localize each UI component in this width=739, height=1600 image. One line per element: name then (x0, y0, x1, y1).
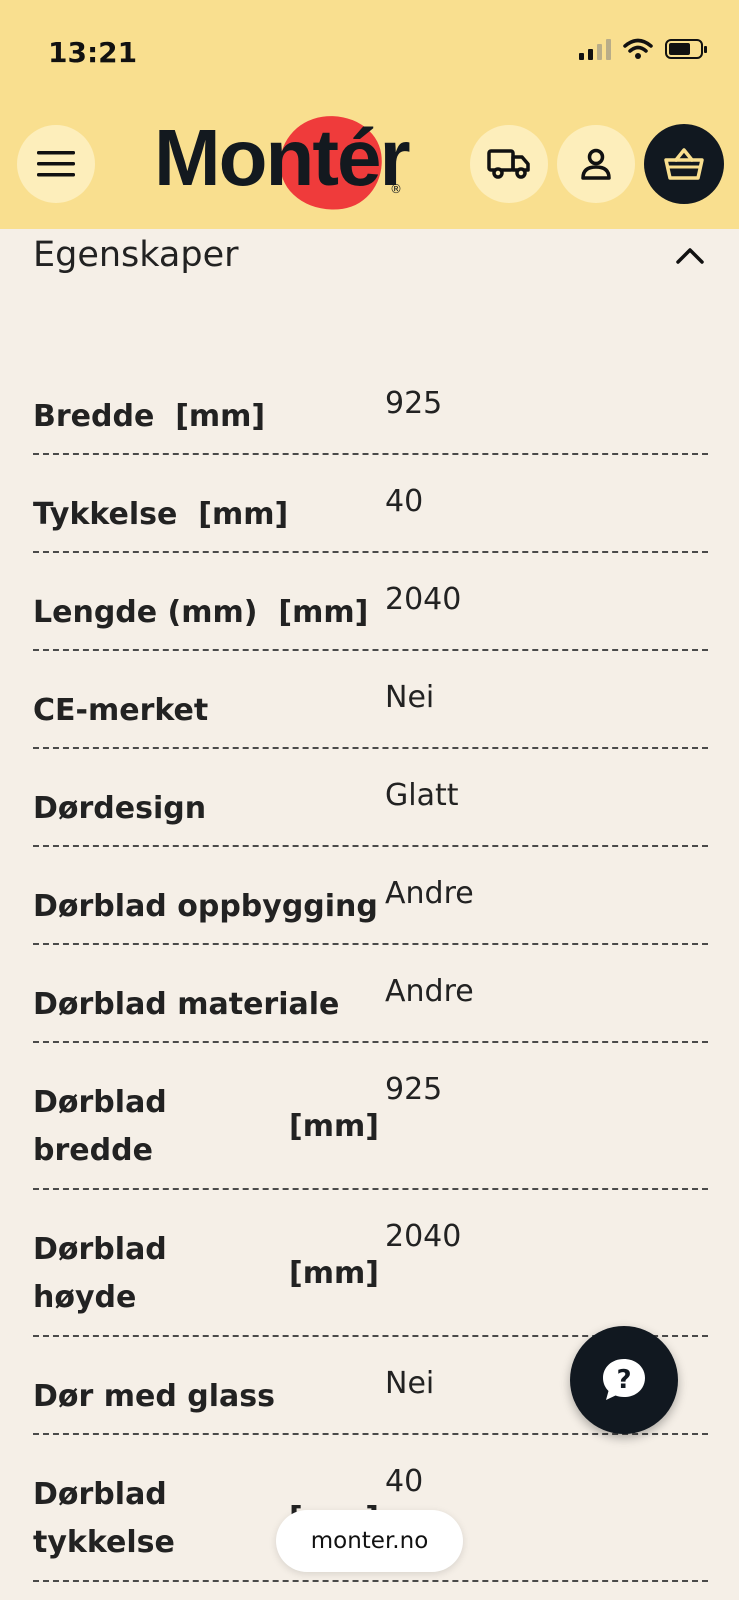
property-row: CE-merket Nei (33, 651, 708, 749)
hamburger-icon (37, 151, 75, 177)
truck-icon (487, 149, 530, 179)
top-header: 13:21 Montér ® (0, 0, 739, 229)
property-value: 2040 (385, 1219, 462, 1254)
battery-icon (665, 39, 707, 59)
question-icon: ? (603, 1359, 645, 1400)
property-name: Dørblad høyde (33, 1232, 167, 1315)
basket-icon (664, 148, 704, 180)
property-unit: [mm] (289, 1109, 379, 1144)
monter-logo[interactable]: Montér ® (150, 109, 411, 217)
help-button[interactable]: ? (570, 1326, 678, 1434)
status-icons (579, 38, 707, 60)
chevron-up-icon[interactable] (675, 240, 705, 270)
cellular-signal-icon (579, 38, 611, 60)
property-name: Dør med glass (33, 1378, 275, 1414)
property-unit: [mm] (257, 594, 369, 630)
property-value: Andre (385, 974, 474, 1009)
property-value: 2040 (385, 582, 462, 617)
property-row: Dørblad bredde [mm] 925 (33, 1043, 708, 1190)
svg-text:?: ? (616, 1365, 631, 1395)
section-header-egenskaper[interactable]: Egenskaper (33, 230, 705, 280)
property-row: Dørdesign Glatt (33, 749, 708, 847)
section-title: Egenskaper (33, 235, 239, 275)
cart-button[interactable] (644, 124, 724, 204)
property-value: Nei (385, 1366, 435, 1401)
property-value: Glatt (385, 778, 459, 813)
property-value: 40 (385, 484, 424, 519)
property-row: Dørblad materiale Andre (33, 945, 708, 1043)
property-name: Dørblad materiale (33, 986, 340, 1022)
property-unit: [mm] (177, 496, 289, 532)
property-name: Bredde (33, 398, 155, 434)
property-unit: [mm] (289, 1256, 379, 1291)
property-value: Andre (385, 876, 474, 911)
property-value: Nei (385, 680, 435, 715)
property-name: Dørblad oppbygging (33, 888, 378, 924)
property-row: Bredde [mm] 925 (33, 357, 708, 455)
property-value: 925 (385, 1072, 443, 1107)
property-name: Lengde (mm) (33, 594, 258, 630)
property-name: Dørblad bredde (33, 1085, 167, 1168)
property-name: CE-merket (33, 692, 209, 728)
property-name: Dørdesign (33, 790, 207, 826)
property-name: Tykkelse (33, 496, 178, 532)
delivery-button[interactable] (470, 125, 548, 203)
account-button[interactable] (557, 125, 635, 203)
browser-url-bar[interactable]: monter.no (276, 1510, 463, 1572)
property-value: 40 (385, 1464, 424, 1499)
property-row: Dørblad høyde [mm] 2040 (33, 1190, 708, 1337)
property-unit: [mm] (154, 398, 266, 434)
property-row: Tykkelse [mm] 40 (33, 455, 708, 553)
property-name: Dørblad tykkelse (33, 1477, 175, 1560)
logo-text: Montér (154, 113, 411, 202)
property-value: 925 (385, 386, 443, 421)
property-row: Dørblad oppbygging Andre (33, 847, 708, 945)
menu-button[interactable] (17, 125, 95, 203)
property-row: Lengde (mm) [mm] 2040 (33, 553, 708, 651)
registered-mark: ® (390, 182, 402, 196)
wifi-icon (623, 38, 653, 59)
status-time: 13:21 (48, 36, 138, 69)
user-icon (581, 148, 611, 180)
